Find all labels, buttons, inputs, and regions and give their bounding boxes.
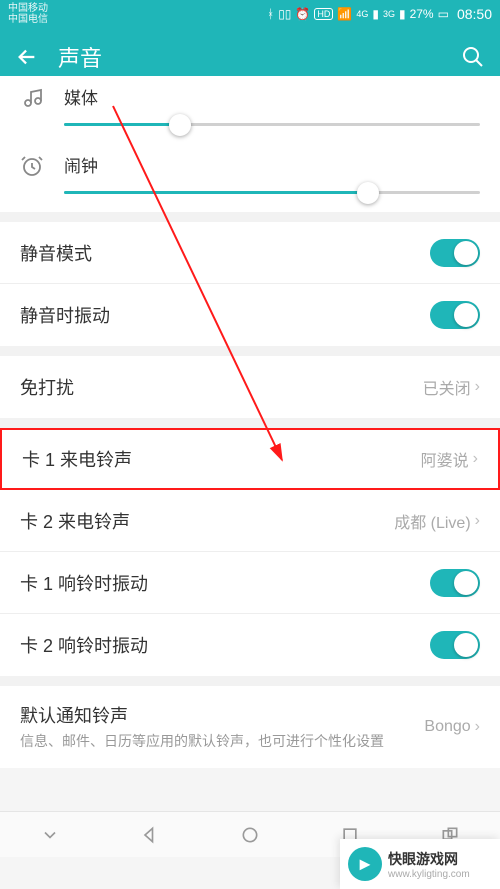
chevron-right-icon: ›: [475, 512, 480, 530]
sim1-ringtone-label: 卡 1 来电铃声: [22, 446, 421, 472]
hd-icon: HD: [314, 8, 333, 20]
sim2-ringtone-value: 成都 (Live): [394, 509, 470, 533]
chevron-right-icon: ›: [475, 718, 480, 736]
sim1-vibrate-ring-row[interactable]: 卡 1 响铃时振动: [0, 552, 500, 614]
nav-back-button[interactable]: [137, 822, 163, 848]
carrier-2: 中国电信: [8, 14, 48, 25]
back-button[interactable]: [14, 44, 40, 70]
dnd-value: 已关闭: [423, 375, 471, 399]
media-icon: [20, 86, 50, 115]
wifi-icon: 📶: [337, 7, 352, 21]
nav-down-button[interactable]: [37, 822, 63, 848]
watermark-url: www.kyligting.com: [388, 869, 470, 880]
alarm-status-icon: ⏰: [295, 7, 310, 21]
carrier-1: 中国移动: [8, 3, 48, 14]
alarm-icon: [20, 154, 50, 183]
sim1-ringtone-row[interactable]: 卡 1 来电铃声 阿婆说 ›: [0, 428, 500, 490]
signal-1-icon: ▮: [372, 7, 379, 21]
sim1-vibrate-ring-label: 卡 1 响铃时振动: [20, 570, 430, 596]
vibrate-icon: ▯▯: [278, 7, 291, 21]
default-notification-sub: 信息、邮件、日历等应用的默认铃声，也可进行个性化设置: [20, 732, 424, 752]
page-title: 声音: [58, 41, 460, 73]
vibrate-on-silent-row[interactable]: 静音时振动: [0, 284, 500, 346]
dnd-row[interactable]: 免打扰 已关闭 ›: [0, 356, 500, 418]
sim2-ringtone-label: 卡 2 来电铃声: [20, 508, 394, 534]
watermark-title: 快眼游戏网: [388, 849, 470, 869]
chevron-right-icon: ›: [473, 450, 478, 468]
signal-2-icon: ▮: [399, 7, 406, 21]
watermark-logo-icon: ►: [348, 847, 382, 881]
alarm-volume-slider[interactable]: [64, 191, 480, 194]
silent-mode-toggle[interactable]: [430, 239, 480, 267]
dnd-label: 免打扰: [20, 374, 423, 400]
alarm-volume-row: 闹钟: [0, 144, 500, 212]
media-volume-label: 媒体: [64, 84, 480, 109]
battery-icon: ▭: [438, 7, 449, 21]
watermark: ► 快眼游戏网 www.kyligting.com: [340, 839, 500, 889]
media-volume-row: 媒体: [0, 76, 500, 144]
search-button[interactable]: [460, 44, 486, 70]
bluetooth-icon: ᚼ: [267, 7, 274, 21]
chevron-right-icon: ›: [475, 378, 480, 396]
nav-home-button[interactable]: [237, 822, 263, 848]
default-notification-value: Bongo: [424, 718, 470, 736]
vibrate-on-silent-label: 静音时振动: [20, 302, 430, 328]
silent-mode-label: 静音模式: [20, 240, 430, 266]
status-bar: 中国移动 中国电信 ᚼ ▯▯ ⏰ HD 📶 4G ▮ 3G ▮ 27% ▭ 08…: [0, 0, 500, 28]
sim1-vibrate-ring-toggle[interactable]: [430, 569, 480, 597]
battery-percent: 27%: [410, 7, 434, 21]
silent-mode-row[interactable]: 静音模式: [0, 222, 500, 284]
clock: 08:50: [457, 6, 492, 22]
net-3g: 3G: [383, 9, 395, 19]
media-volume-slider[interactable]: [64, 123, 480, 126]
default-notification-row[interactable]: 默认通知铃声 信息、邮件、日历等应用的默认铃声，也可进行个性化设置 Bongo …: [0, 686, 500, 768]
vibrate-on-silent-toggle[interactable]: [430, 301, 480, 329]
net-4g: 4G: [356, 9, 368, 19]
alarm-volume-label: 闹钟: [64, 152, 480, 177]
sim2-vibrate-ring-row[interactable]: 卡 2 响铃时振动: [0, 614, 500, 676]
sim2-ringtone-row[interactable]: 卡 2 来电铃声 成都 (Live) ›: [0, 490, 500, 552]
sim2-vibrate-ring-toggle[interactable]: [430, 631, 480, 659]
sim2-vibrate-ring-label: 卡 2 响铃时振动: [20, 632, 430, 658]
sim1-ringtone-value: 阿婆说: [421, 447, 469, 471]
default-notification-label: 默认通知铃声: [20, 702, 424, 728]
